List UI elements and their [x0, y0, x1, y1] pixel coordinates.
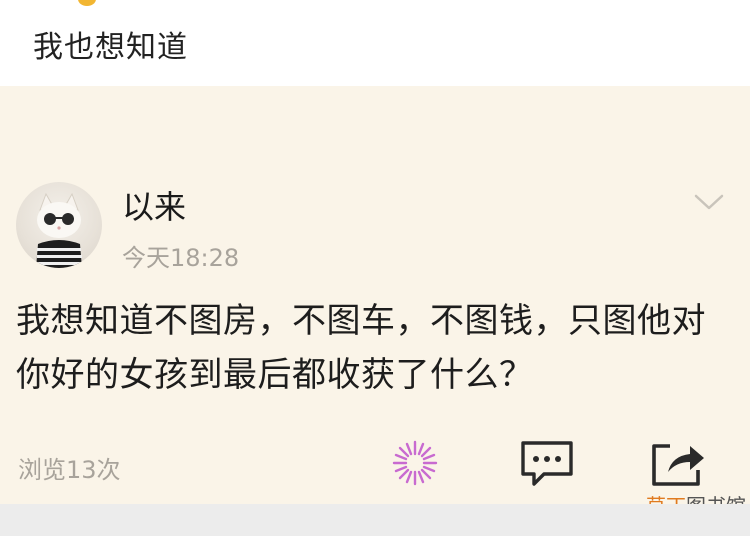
timestamp: 今天18:28 — [122, 244, 240, 272]
caption-text: 我也想知道 — [33, 30, 188, 65]
bottom-separator — [0, 504, 750, 536]
username[interactable]: 以来 — [122, 182, 186, 228]
caption-bar: 我也想知道 — [0, 0, 750, 86]
view-count: 浏览13次 — [18, 456, 121, 484]
chevron-down-icon[interactable] — [692, 190, 726, 214]
cat-avatar-icon — [36, 192, 82, 268]
avatar[interactable] — [16, 182, 102, 268]
share-icon[interactable] — [648, 438, 706, 490]
spark-icon[interactable] — [390, 438, 440, 488]
top-dot-decoration — [78, 0, 96, 6]
comment-icon[interactable] — [518, 438, 576, 490]
post-card: 以来 今天18:28 我想知道不图房，不图车，不图钱，只图他对你好的女孩到最后都… — [0, 86, 750, 518]
post-text: 我想知道不图房，不图车，不图钱，只图他对你好的女孩到最后都收获了什么？ — [16, 301, 706, 395]
